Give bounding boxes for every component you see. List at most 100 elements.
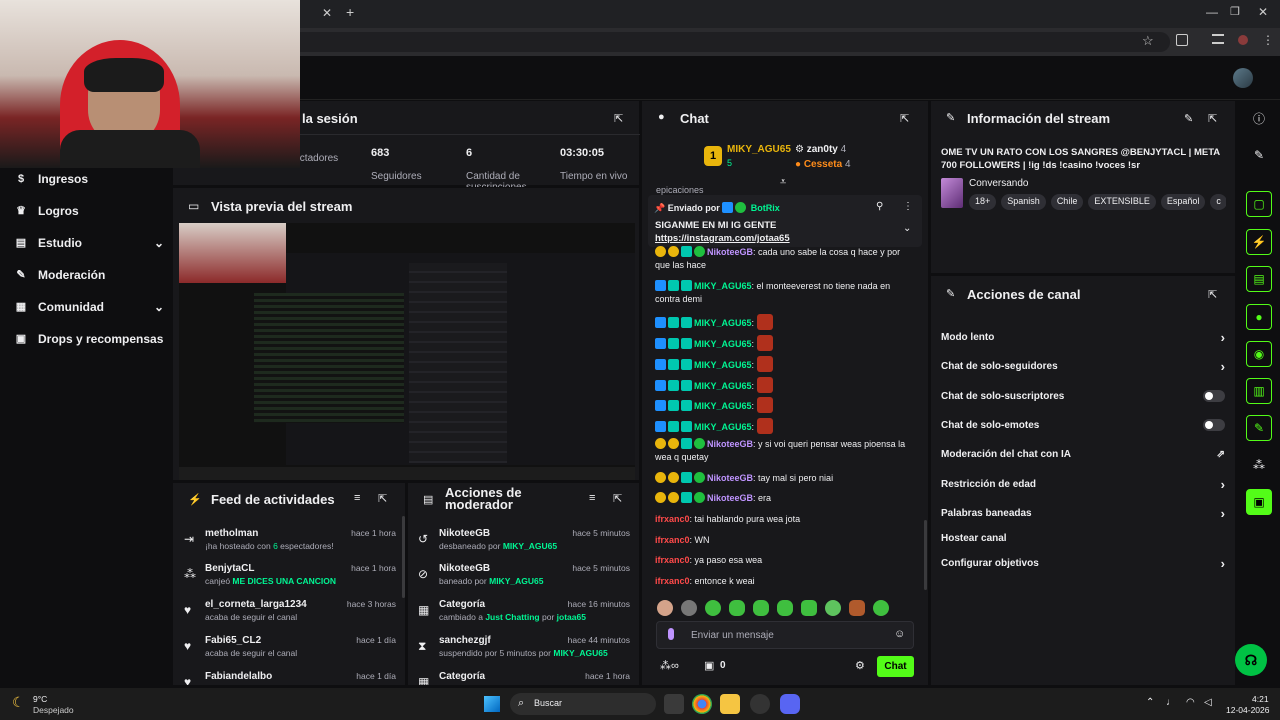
- popout-icon[interactable]: ⇱: [900, 112, 909, 125]
- stream-preview-video[interactable]: [179, 223, 635, 480]
- chevron-down-icon[interactable]: ⌄: [903, 223, 911, 234]
- emote-icon[interactable]: [801, 600, 817, 616]
- popout-icon[interactable]: ⇱: [1208, 288, 1217, 301]
- star-icon[interactable]: ☆: [1142, 33, 1154, 49]
- broadcast-icon[interactable]: ◉: [1246, 341, 1272, 367]
- tag[interactable]: 18+: [969, 194, 997, 210]
- emote-icon[interactable]: [753, 600, 769, 616]
- maximize-icon[interactable]: ❐: [1230, 5, 1240, 18]
- points-icon[interactable]: ⁂∞: [660, 659, 679, 672]
- category-thumbnail[interactable]: [941, 178, 963, 208]
- bolt-icon[interactable]: ⚡: [1246, 229, 1272, 255]
- sidebar-item-comunidad[interactable]: ▦ Comunidad ⌄: [14, 300, 164, 314]
- volume-icon[interactable]: ◁: [1204, 697, 1212, 708]
- discord-icon[interactable]: [780, 694, 800, 714]
- emote-icon[interactable]: [657, 600, 673, 616]
- extensions-icon[interactable]: [1176, 34, 1188, 46]
- gear-icon[interactable]: ⚙: [855, 659, 865, 672]
- profile-icon[interactable]: [1238, 35, 1248, 45]
- heart-icon: ♥: [184, 603, 192, 617]
- tag[interactable]: Spanish: [1001, 194, 1046, 210]
- scrollbar[interactable]: [402, 516, 405, 598]
- address-bar[interactable]: [170, 32, 1170, 52]
- emote-icon[interactable]: [705, 600, 721, 616]
- chat-bubble-icon[interactable]: ●: [1246, 304, 1272, 330]
- sidebar-item-drops[interactable]: ▣ Drops y recompensas: [14, 332, 164, 346]
- filter-icon[interactable]: ≡: [354, 492, 360, 504]
- action-ai-moderation[interactable]: Moderación del chat con IA ⇗: [941, 444, 1225, 464]
- store-icon[interactable]: ▣: [704, 659, 714, 672]
- action-followers-only[interactable]: Chat de solo-seguidores ›: [941, 356, 1225, 376]
- moon-weather-icon[interactable]: ☾: [12, 694, 25, 711]
- badge-icon: [681, 317, 692, 328]
- emote-icon[interactable]: [681, 600, 697, 616]
- action-age-restriction[interactable]: Restricción de edad ›: [941, 474, 1225, 494]
- tag[interactable]: EXTENSIBLE: [1088, 194, 1156, 210]
- app-icon[interactable]: [750, 694, 770, 714]
- action-host-channel[interactable]: Hostear canal: [941, 528, 1225, 548]
- gifter-2[interactable]: ⚙ zan0ty 4: [795, 144, 846, 155]
- points-icon[interactable]: ⁂: [1246, 452, 1272, 478]
- collapse-icon[interactable]: ⩡: [780, 176, 786, 189]
- windows-start-icon[interactable]: [484, 696, 500, 712]
- task-view-icon[interactable]: [664, 694, 684, 714]
- popout-icon[interactable]: ⇱: [613, 492, 622, 505]
- verified-icon: [694, 472, 705, 483]
- popout-icon[interactable]: ⇱: [378, 492, 387, 505]
- popout-icon[interactable]: ⇱: [1208, 112, 1217, 125]
- chevron-up-icon[interactable]: ⌃: [1146, 697, 1154, 708]
- gifter-3[interactable]: ● Cesseta 4: [795, 159, 851, 170]
- file-explorer-icon[interactable]: [720, 694, 740, 714]
- category-name[interactable]: Conversando: [969, 178, 1028, 189]
- info-icon[interactable]: ⓘ: [1246, 105, 1272, 131]
- wifi-icon[interactable]: ◠: [1186, 697, 1195, 708]
- add-widget-icon[interactable]: ▣: [1246, 489, 1272, 515]
- pinned-link[interactable]: https://instagram.com/jotaa65: [655, 233, 790, 244]
- chat-input[interactable]: Enviar un mensaje ☺: [656, 621, 914, 649]
- new-tab-icon[interactable]: +: [346, 4, 354, 20]
- microphone-icon[interactable]: [668, 628, 674, 640]
- emote-icon[interactable]: [849, 600, 865, 616]
- edit-icon[interactable]: ✎: [1184, 112, 1193, 125]
- taskbar-search[interactable]: ⌕ Buscar: [510, 693, 656, 715]
- action-slow-mode[interactable]: Modo lento ›: [941, 327, 1225, 347]
- wrench-icon[interactable]: ✎: [1246, 415, 1272, 441]
- microphone-icon[interactable]: ♩: [1166, 697, 1176, 708]
- close-window-icon[interactable]: ✕: [1258, 5, 1268, 19]
- support-icon[interactable]: ☊: [1235, 644, 1267, 676]
- action-banned-words[interactable]: Palabras baneadas ›: [941, 503, 1225, 523]
- chrome-icon[interactable]: [692, 694, 712, 714]
- sidebar-item-estudio[interactable]: ▤ Estudio ⌄: [14, 236, 164, 250]
- minimize-icon[interactable]: —: [1206, 5, 1218, 19]
- emote-icon[interactable]: [777, 600, 793, 616]
- verified-icon: [694, 492, 705, 503]
- media-icon[interactable]: [1212, 34, 1224, 44]
- emote-icon[interactable]: [825, 600, 841, 616]
- edit-icon[interactable]: ✎: [1246, 142, 1272, 168]
- menu-icon[interactable]: ⋮: [1262, 33, 1274, 47]
- filter-icon[interactable]: ≡: [589, 492, 595, 504]
- top-gifter-name[interactable]: MIKY_AGU65: [727, 144, 791, 155]
- action-configure-goals[interactable]: Configurar objetivos ›: [941, 553, 1225, 573]
- subscribers-only-toggle[interactable]: [1203, 390, 1225, 402]
- layout-icon[interactable]: ▥: [1246, 378, 1272, 404]
- preview-toggle-icon[interactable]: ▢: [1246, 191, 1272, 217]
- send-chat-button[interactable]: Chat: [877, 656, 914, 677]
- close-tab-icon[interactable]: ✕: [322, 6, 332, 20]
- emote-icon[interactable]: [873, 600, 889, 616]
- popout-icon[interactable]: ⇱: [614, 112, 623, 125]
- sidebar-item-logros[interactable]: ♛ Logros: [14, 204, 164, 218]
- emotes-only-toggle[interactable]: [1203, 419, 1225, 431]
- sidebar-item-ingresos[interactable]: $ Ingresos: [14, 172, 164, 186]
- pin-icon[interactable]: ⚲: [876, 201, 883, 212]
- document-icon[interactable]: ▤: [1246, 266, 1272, 292]
- tag[interactable]: c: [1210, 194, 1226, 210]
- tag[interactable]: Español: [1160, 194, 1206, 210]
- tag[interactable]: Chile: [1050, 194, 1084, 210]
- emote-icon[interactable]: [729, 600, 745, 616]
- emoji-icon[interactable]: ☺: [894, 628, 905, 640]
- sidebar-item-moderacion[interactable]: ✎ Moderación: [14, 268, 164, 282]
- avatar[interactable]: [1233, 68, 1253, 88]
- scrollbar[interactable]: [924, 520, 927, 590]
- more-options-icon[interactable]: ⋮: [903, 201, 913, 212]
